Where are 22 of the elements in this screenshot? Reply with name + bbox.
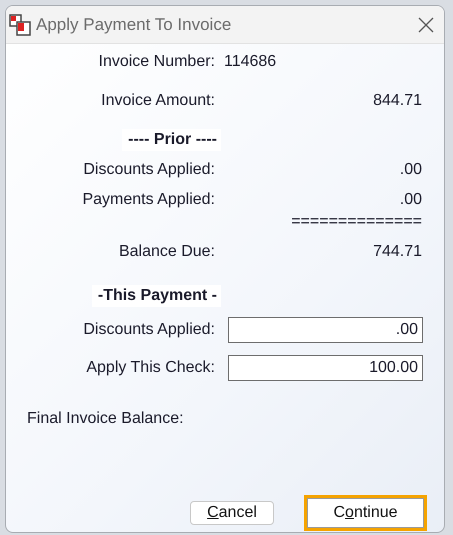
amount-value: .00 [398,161,423,179]
invoice-number: 114686 [224,53,278,71]
input-field[interactable]: .00 [228,317,423,343]
amount-value: .00 [398,191,423,209]
amount-value: 844.71 [372,92,423,110]
field-label: Final Invoice Balance: [27,410,184,427]
field-label: Invoice Number: [98,53,215,71]
close-icon[interactable] [416,14,436,34]
input-field[interactable]: 100.00 [228,355,423,381]
field-label: Invoice Amount: [100,92,215,110]
field-label: Payments Applied: [81,191,215,209]
field-label: Apply This Check: [85,359,215,377]
field-label: Balance Due: [118,243,215,261]
continue-button[interactable]: Continue [307,498,424,528]
cancel-button[interactable]: Cancel [190,501,274,525]
amount-value: 744.71 [372,243,423,261]
window-title: Apply Payment To Invoice [36,14,232,34]
field-label: Discounts Applied: [82,321,215,339]
field-label: Discounts Applied: [82,161,215,179]
double-rule: ============== [290,215,423,229]
section-heading: -This Payment - [92,285,221,307]
section-heading: ---- Prior ---- [122,129,221,151]
